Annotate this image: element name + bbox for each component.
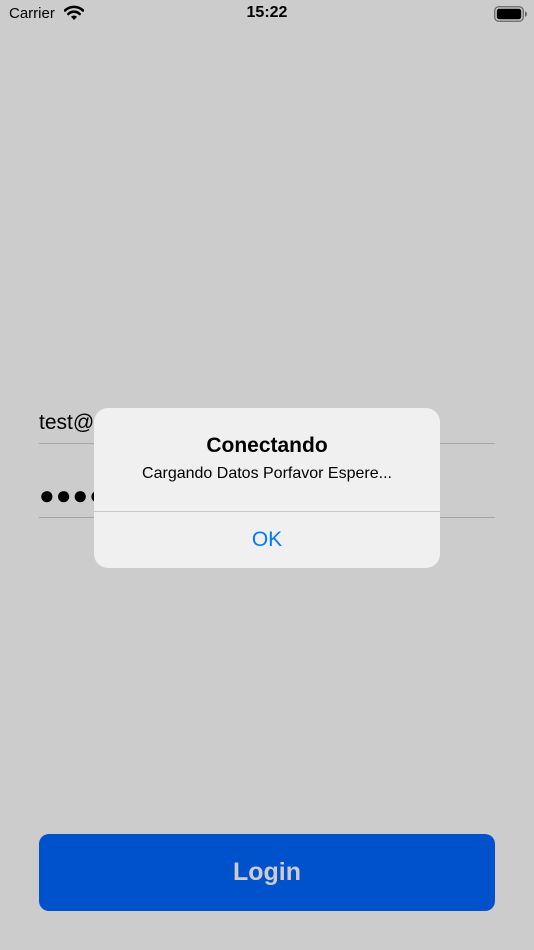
alert-title: Conectando bbox=[206, 434, 328, 457]
status-bar: Carrier 15:22 bbox=[0, 0, 534, 28]
battery-icon bbox=[494, 6, 528, 22]
status-time: 15:22 bbox=[246, 4, 288, 21]
alert-dialog: Conectando Cargando Datos Porfavor Esper… bbox=[94, 408, 440, 568]
alert-message: Cargando Datos Porfavor Espere... bbox=[142, 465, 392, 482]
alert-ok-button[interactable]: OK bbox=[94, 512, 440, 568]
